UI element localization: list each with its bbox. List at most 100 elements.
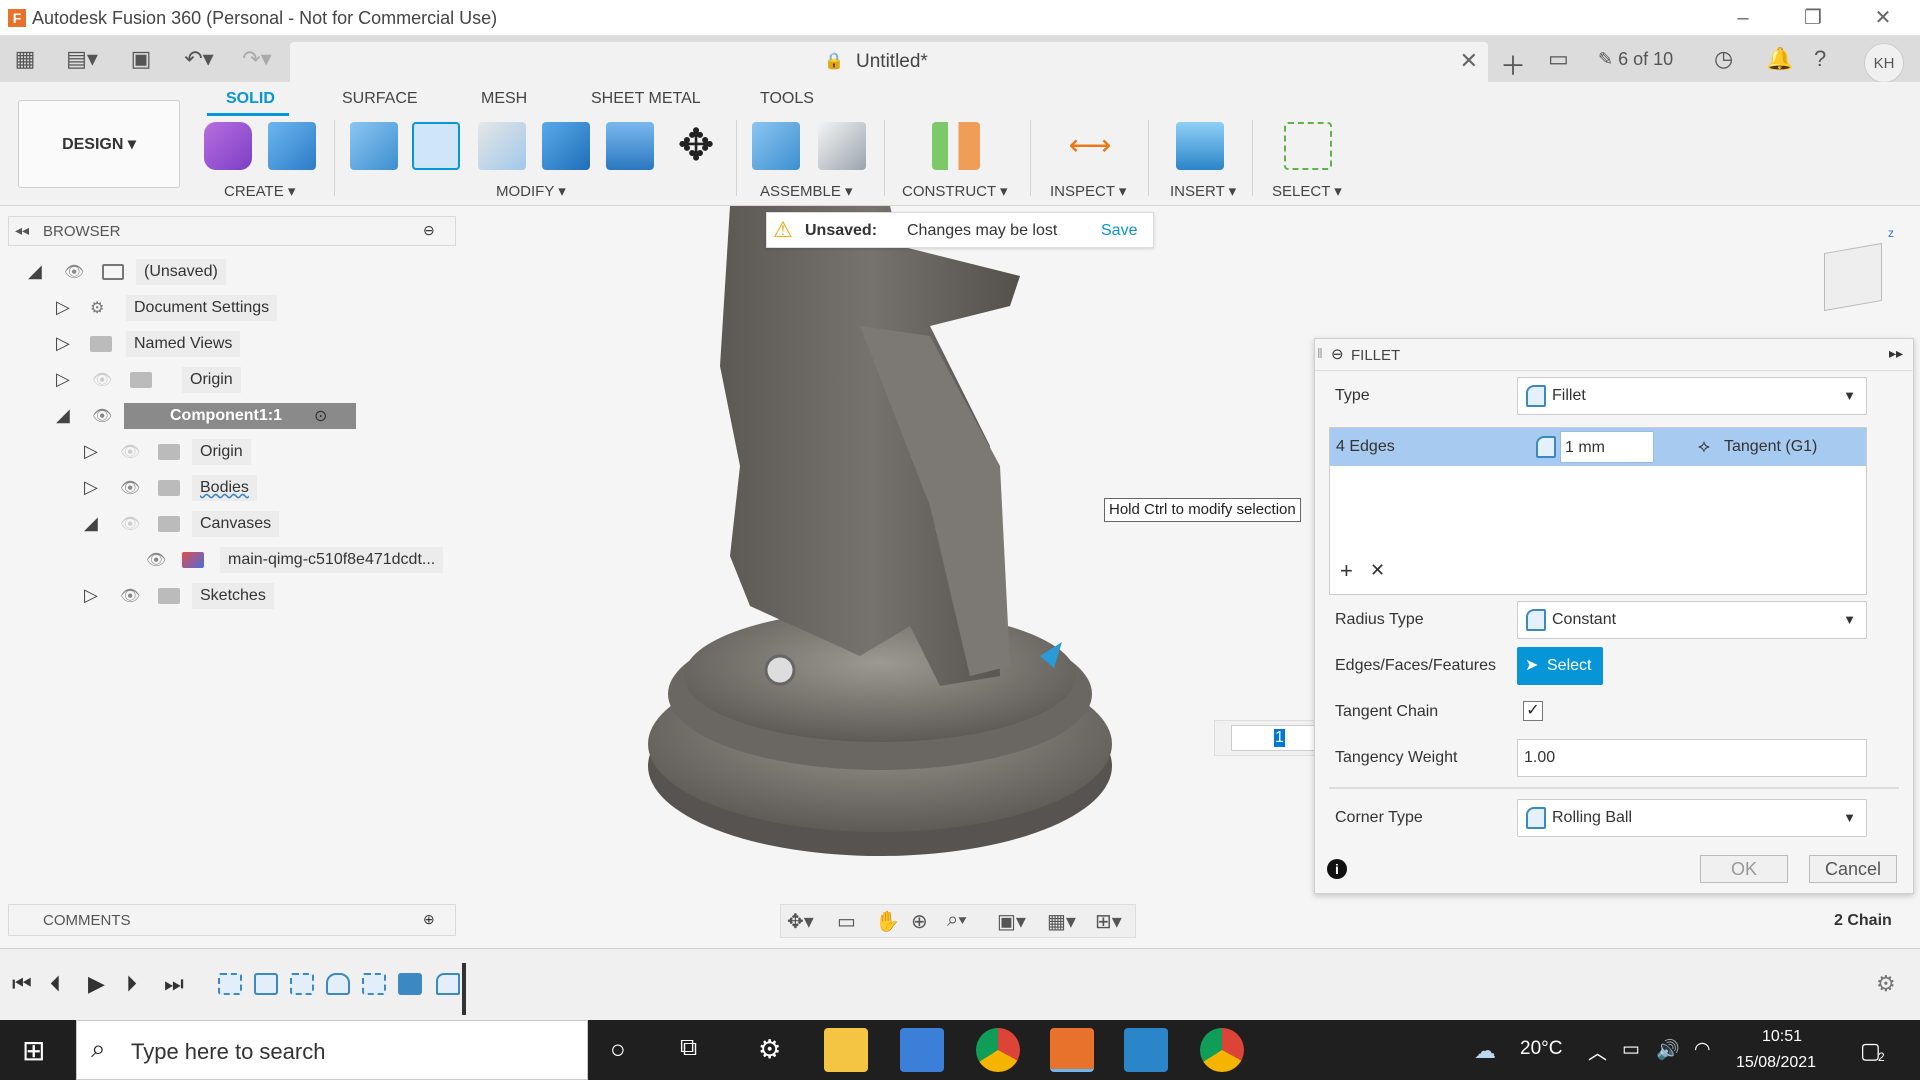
select-edges-button[interactable]: ➤ Select — [1517, 647, 1603, 685]
weather-cloud-icon[interactable]: ☁ — [1474, 1038, 1496, 1064]
modify-menu[interactable]: MODIFY ▾ — [496, 182, 566, 200]
file-explorer-icon[interactable] — [824, 1028, 868, 1072]
browser-item-document-settings[interactable]: ▷ ⚙ Document Settings — [56, 293, 356, 323]
expand-triangle-icon[interactable]: ▷ — [84, 477, 98, 498]
corner-type-dropdown[interactable]: Rolling Ball ▼ — [1517, 799, 1867, 837]
expand-triangle-icon[interactable]: ▷ — [84, 585, 98, 606]
expand-triangle-icon[interactable]: ◢ — [28, 261, 42, 282]
pan-hand-icon[interactable]: ✋ — [875, 909, 900, 934]
expand-triangle-icon[interactable]: ◢ — [56, 405, 70, 426]
help-icon[interactable]: ? — [1814, 46, 1826, 72]
browser-item-bodies[interactable]: ▷ 👁 Bodies — [84, 473, 384, 503]
remove-edge-set-icon[interactable]: ✕ — [1370, 560, 1385, 581]
continuity-value[interactable]: Tangent (G1) — [1724, 438, 1817, 456]
close-window-button[interactable]: ✕ — [1860, 4, 1906, 32]
timeline-canvas-feature[interactable] — [254, 973, 278, 995]
new-component-assemble-icon[interactable] — [752, 122, 800, 170]
shell-icon[interactable] — [478, 122, 526, 170]
grid-settings-icon[interactable]: ▦▾ — [1047, 909, 1076, 934]
photos-icon[interactable] — [1124, 1028, 1168, 1072]
timeline-sketch-feature[interactable] — [290, 973, 314, 995]
select-menu[interactable]: SELECT ▾ — [1272, 182, 1342, 200]
collapse-left-icon[interactable]: ◂◂ — [15, 222, 29, 239]
tab-mesh[interactable]: MESH — [481, 90, 527, 108]
visibility-eye-icon[interactable]: 👁 — [64, 262, 84, 282]
expand-triangle-icon[interactable]: ▷ — [56, 369, 70, 390]
chrome-icon[interactable] — [1200, 1028, 1244, 1072]
move-icon[interactable]: ✥ — [672, 122, 720, 170]
tray-expand-icon[interactable]: ︿ — [1588, 1038, 1607, 1065]
viewports-icon[interactable]: ⊞▾ — [1095, 909, 1122, 934]
display-settings-icon[interactable]: ▣▾ — [997, 909, 1026, 934]
visibility-eye-off-icon[interactable]: 👁 — [120, 514, 140, 534]
inspect-menu[interactable]: INSPECT ▾ — [1050, 182, 1126, 200]
browser-item-origin-sub[interactable]: ▷ 👁 Origin — [84, 437, 384, 467]
document-tab[interactable]: 🔒 Untitled* ✕ — [290, 42, 1488, 82]
play-icon[interactable]: ▶ — [88, 971, 105, 997]
battery-icon[interactable]: ▭ — [1622, 1038, 1640, 1061]
expand-dialog-icon[interactable]: ▸▸ — [1889, 345, 1903, 362]
expand-triangle-icon[interactable]: ◢ — [84, 513, 98, 534]
construct-menu[interactable]: CONSTRUCT ▾ — [902, 182, 1008, 200]
viewcube[interactable]: z — [1818, 226, 1894, 314]
visibility-eye-icon[interactable]: 👁 — [92, 406, 112, 426]
browser-root[interactable]: ◢ 👁 (Unsaved) — [28, 257, 328, 287]
tab-tools[interactable]: TOOLS — [760, 90, 814, 108]
history-clock-icon[interactable]: ◷ — [1714, 46, 1733, 72]
clock-date[interactable]: 15/08/2021 — [1736, 1054, 1816, 1072]
joint-icon[interactable] — [818, 122, 866, 170]
browser-item-origin[interactable]: ▷ 👁 Origin — [56, 365, 356, 395]
visibility-eye-off-icon[interactable]: 👁 — [92, 370, 112, 390]
add-comment-icon[interactable]: ⊕ — [423, 911, 435, 928]
notifications-bell-icon[interactable]: 🔔 — [1766, 46, 1793, 72]
insert-menu[interactable]: INSERT ▾ — [1170, 182, 1236, 200]
browser-item-sketches[interactable]: ▷ 👁 Sketches — [84, 581, 384, 611]
timeline-settings-gear-icon[interactable]: ⚙ — [1876, 971, 1896, 997]
press-pull-icon[interactable] — [350, 122, 398, 170]
assemble-menu[interactable]: ASSEMBLE ▾ — [760, 182, 853, 200]
data-panel-grid-icon[interactable]: ▦ — [12, 46, 38, 72]
winrar-icon[interactable] — [900, 1028, 944, 1072]
restore-button[interactable]: ❐ — [1790, 4, 1836, 32]
tab-surface[interactable]: SURFACE — [342, 90, 418, 108]
browser-panel-header[interactable]: ◂◂ BROWSER ⊖ — [8, 216, 456, 246]
timeline-revolve-feature[interactable] — [326, 973, 350, 995]
zoom-icon[interactable]: ⊕ — [911, 909, 928, 934]
go-to-start-icon[interactable]: ⏮ — [12, 971, 32, 997]
user-avatar[interactable]: KH — [1864, 43, 1904, 83]
minimize-panel-icon[interactable]: ⊖ — [423, 222, 435, 239]
chess-knight-model[interactable] — [600, 206, 1160, 876]
expand-triangle-icon[interactable]: ▷ — [56, 333, 70, 354]
go-to-end-icon[interactable]: ⏭ — [164, 971, 184, 997]
chrome-icon[interactable] — [976, 1028, 1020, 1072]
new-tab-icon[interactable]: ＋ — [1500, 46, 1526, 83]
drag-grip-icon[interactable]: ‖ — [1317, 345, 1323, 361]
select-window-icon[interactable] — [1284, 122, 1332, 170]
volume-icon[interactable]: 🔊 — [1656, 1038, 1680, 1062]
comments-panel-header[interactable]: COMMENTS ⊕ — [8, 904, 456, 936]
wifi-icon[interactable]: ◠ — [1694, 1038, 1711, 1061]
activate-radio-icon[interactable]: ⊙ — [314, 406, 327, 426]
expand-triangle-icon[interactable]: ▷ — [56, 297, 70, 318]
job-status[interactable]: ✎ 6 of 10 — [1598, 49, 1673, 70]
timeline-fillet-feature[interactable] — [436, 973, 460, 995]
task-view-icon[interactable]: ⧉ — [680, 1034, 697, 1062]
visibility-eye-off-icon[interactable]: 👁 — [120, 442, 140, 462]
tab-sheet-metal[interactable]: SHEET METAL — [591, 90, 701, 108]
step-forward-icon[interactable]: ⏵ — [126, 971, 137, 997]
browser-item-canvases[interactable]: ◢ 👁 Canvases — [84, 509, 384, 539]
radius-type-dropdown[interactable]: Constant ▼ — [1517, 601, 1867, 639]
cancel-button[interactable]: Cancel — [1809, 855, 1897, 883]
extrude-icon[interactable] — [268, 122, 316, 170]
file-menu-icon[interactable]: ▤▾ — [62, 46, 102, 72]
fusion-360-taskbar-icon[interactable] — [1050, 1028, 1094, 1072]
timeline-extrude-feature[interactable] — [398, 973, 422, 995]
weather-temp[interactable]: 20°C — [1520, 1038, 1562, 1060]
browser-item-named-views[interactable]: ▷ Named Views — [56, 329, 356, 359]
visibility-eye-icon[interactable]: 👁 — [120, 586, 140, 606]
ok-button[interactable]: OK — [1700, 855, 1788, 883]
combine-icon[interactable] — [542, 122, 590, 170]
timeline-sketch-feature[interactable] — [362, 973, 386, 995]
timeline-sketch-feature[interactable] — [218, 973, 242, 995]
edge-set-row[interactable]: 4 Edges 1 mm ⟡ Tangent (G1) — [1330, 428, 1866, 466]
